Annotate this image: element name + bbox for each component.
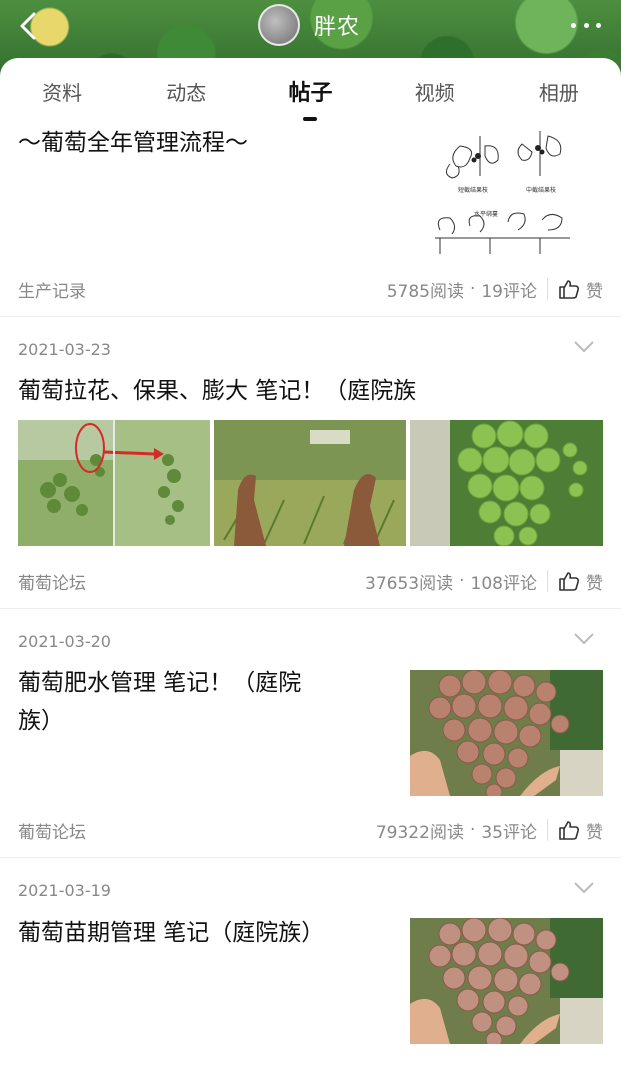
like-button[interactable]: 赞 <box>558 818 603 843</box>
like-label: 赞 <box>586 822 603 843</box>
separator-dot: · <box>469 820 476 840</box>
post-date: 2021-03-23 <box>18 340 111 359</box>
post-thumbnail[interactable] <box>410 670 603 796</box>
red-grape-cluster-photo <box>410 918 603 1044</box>
post-stats: 79322阅读 · 35评论 <box>376 818 537 843</box>
tab-activity[interactable]: 动态 <box>126 77 246 106</box>
tab-videos[interactable]: 视频 <box>375 77 495 106</box>
like-button[interactable]: 赞 <box>558 277 603 302</box>
post-date: 2021-03-19 <box>18 881 111 900</box>
pruned-flower-photo <box>214 420 406 546</box>
divider <box>0 857 621 858</box>
red-grape-cluster-photo <box>410 670 603 796</box>
like-label: 赞 <box>586 281 603 302</box>
comment-count[interactable]: 108评论 <box>471 569 537 594</box>
post-thumbnail[interactable] <box>410 918 603 1044</box>
avatar[interactable] <box>258 4 300 46</box>
chevron-down-icon[interactable] <box>573 340 595 354</box>
thumbs-up-icon <box>559 572 580 591</box>
comment-count[interactable]: 19评论 <box>481 277 537 302</box>
read-count: 37653阅读 <box>365 573 454 594</box>
chevron-down-icon[interactable] <box>573 632 595 646</box>
post-title-line: 葡萄肥水管理 笔记！（庭院 <box>18 670 302 696</box>
more-button[interactable] <box>571 12 601 38</box>
post-meta: 生产记录 5785阅读 · 19评论 赞 <box>18 274 603 304</box>
chevron-down-icon[interactable] <box>573 881 595 895</box>
read-count: 5785阅读 <box>386 281 464 302</box>
post-date: 2021-03-20 <box>18 632 111 651</box>
like-label: 赞 <box>586 573 603 594</box>
post-source[interactable]: 葡萄论坛 <box>18 569 86 594</box>
divider <box>547 819 548 841</box>
divider <box>547 278 548 300</box>
thumbs-up-icon <box>559 280 580 299</box>
like-button[interactable]: 赞 <box>558 569 603 594</box>
separator-dot: · <box>459 571 465 591</box>
divider <box>547 570 548 592</box>
green-grape-cluster-photo <box>410 420 603 546</box>
profile-name: 胖农 <box>314 15 361 40</box>
tab-albums[interactable]: 相册 <box>499 77 619 106</box>
read-count: 79322阅读 <box>375 822 464 843</box>
comment-count[interactable]: 35评论 <box>481 818 537 843</box>
diagram-label: 短截结果枝 <box>458 186 488 194</box>
profile-tabs: 资料 动态 帖子 视频 相册 <box>0 58 621 124</box>
post-image[interactable] <box>410 420 603 546</box>
back-arrow-icon <box>20 12 36 40</box>
divider <box>0 608 621 609</box>
post-title: ～葡萄全年管理流程～ <box>18 130 248 156</box>
post-meta: 葡萄论坛 79322阅读 · 35评论 赞 <box>18 815 603 845</box>
more-dots-icon <box>571 22 576 28</box>
more-dot <box>583 22 589 28</box>
post-source[interactable]: 葡萄论坛 <box>18 818 86 843</box>
tab-posts[interactable]: 帖子 <box>250 75 370 121</box>
post-thumbnail: 短截结果枝 中截结果枝 水平绑蔓 <box>430 126 580 254</box>
post-image[interactable] <box>214 420 406 546</box>
post-title[interactable]: 葡萄苗期管理 笔记（庭院族） <box>18 914 324 952</box>
divider <box>0 316 621 317</box>
grape-flower-photo <box>18 420 210 546</box>
more-dot <box>596 22 601 28</box>
separator-dot: · <box>469 279 476 299</box>
profile-title: 胖农 <box>258 4 360 46</box>
thumbs-up-icon <box>559 821 580 840</box>
grape-diagram-illustration: 短截结果枝 中截结果枝 水平绑蔓 <box>435 131 570 254</box>
post-title-line: 族） <box>18 708 64 734</box>
post-stats: 5785阅读 · 19评论 <box>387 277 537 302</box>
post-source[interactable]: 生产记录 <box>18 277 86 302</box>
post-title[interactable]: 葡萄拉花、保果、膨大 笔记！（庭院族 <box>18 372 416 410</box>
back-button[interactable] <box>14 10 42 42</box>
post-title[interactable]: 葡萄肥水管理 笔记！（庭院 族） <box>18 664 398 740</box>
post-meta: 葡萄论坛 37653阅读 · 108评论 赞 <box>18 566 603 596</box>
tab-profile[interactable]: 资料 <box>2 77 122 106</box>
post-image[interactable] <box>18 420 210 546</box>
diagram-label: 水平绑蔓 <box>474 210 498 218</box>
diagram-label: 中截结果枝 <box>526 186 556 194</box>
post-stats: 37653阅读 · 108评论 <box>365 569 537 594</box>
